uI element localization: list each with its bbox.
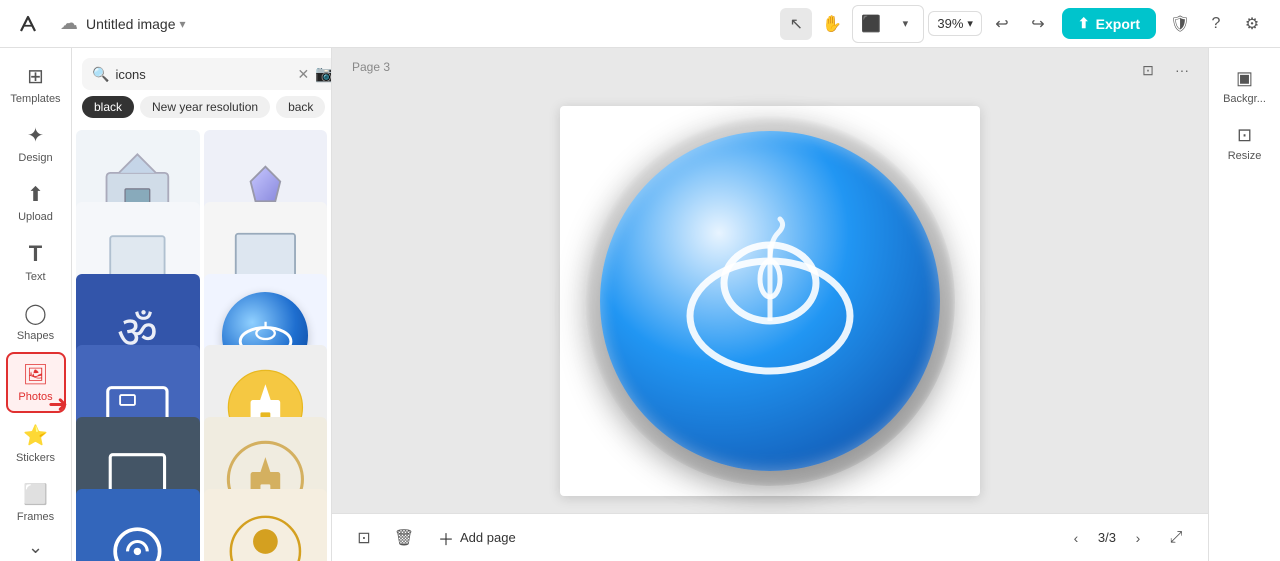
design-label: Design	[18, 152, 52, 164]
photos-icon: 🖼	[23, 362, 48, 387]
search-panel: 🔍 ✕ 📷 ⊟ black New year resolution back	[72, 48, 332, 561]
main-layout: ⊞ Templates ✦ Design ⬆ Upload T Text ◯ S…	[0, 48, 1280, 561]
filter-tag-black[interactable]: black	[82, 96, 134, 118]
view-button[interactable]: ⬛	[855, 8, 887, 40]
background-label: Backgr...	[1223, 93, 1266, 105]
sidebar-item-text[interactable]: T Text	[6, 233, 66, 291]
add-page-label: Add page	[460, 530, 516, 545]
image-grid: ⊡ ⤡ ॐ	[72, 126, 331, 561]
select-tool-button[interactable]: ↖	[780, 8, 812, 40]
zoom-level: 39%	[937, 16, 963, 31]
settings-button[interactable]: ⚙	[1236, 8, 1268, 40]
cloud-icon[interactable]: ☁	[60, 13, 78, 34]
sidebar-item-stickers[interactable]: ⭐ Stickers	[6, 415, 66, 472]
sidebar-item-design[interactable]: ✦ Design	[6, 115, 66, 172]
title-chevron-icon: ▾	[180, 17, 186, 31]
templates-label: Templates	[10, 93, 60, 105]
page-label: Page 3	[352, 60, 390, 74]
sidebar-item-upload[interactable]: ⬆ Upload	[6, 174, 66, 231]
canvas-image[interactable]	[585, 116, 955, 486]
page-thumbnail-button[interactable]: ⊡	[1134, 56, 1162, 84]
filter-tags: black New year resolution back	[72, 96, 331, 126]
resize-icon: ⊡	[1237, 125, 1252, 146]
shield-icon-button[interactable]: 🛡	[1164, 8, 1196, 40]
zoom-control[interactable]: 39% ▾	[928, 11, 982, 36]
search-input-wrap: 🔍 ✕ 📷	[82, 58, 332, 90]
filter-tag-back[interactable]: back	[276, 96, 325, 118]
toolbar: ↖ ✋ ⬛ ▾ 39% ▾ ↩ ↪	[780, 5, 1054, 43]
search-icon: 🔍	[92, 66, 109, 83]
add-page-icon: ＋	[438, 526, 454, 550]
page-actions: ⊡ ···	[1134, 56, 1196, 84]
logo[interactable]	[12, 8, 44, 40]
background-icon: ▣	[1236, 68, 1253, 89]
blue-circle	[600, 131, 940, 471]
document-title[interactable]: Untitled image ▾	[86, 16, 186, 32]
prev-page-button[interactable]: ‹	[1062, 524, 1090, 552]
page-nav: ‹ 3/3 ›	[1062, 524, 1152, 552]
redo-button[interactable]: ↪	[1022, 8, 1054, 40]
export-icon: ⬆	[1078, 15, 1090, 32]
search-input[interactable]	[115, 67, 291, 82]
upload-label: Upload	[18, 211, 53, 223]
sidebar-collapse-button[interactable]: ⌄	[28, 537, 43, 558]
right-panel-resize[interactable]: ⊡ Resize	[1215, 117, 1275, 170]
stickers-label: Stickers	[16, 452, 55, 464]
undo-button[interactable]: ↩	[986, 8, 1018, 40]
pan-tool-button[interactable]: ✋	[816, 8, 848, 40]
upload-icon: ⬆	[27, 182, 44, 207]
canvas-area: Page 3 ⊡ ···	[332, 48, 1208, 561]
sidebar-item-photos[interactable]: 🖼 Photos	[6, 352, 66, 413]
page-indicator: 3/3	[1098, 530, 1116, 545]
camera-search-icon[interactable]: 📷	[315, 64, 332, 84]
export-button[interactable]: ⬆ Export	[1062, 8, 1156, 39]
design-icon: ✦	[27, 123, 44, 148]
zoom-chevron-icon: ▾	[967, 17, 973, 30]
canvas-wrapper: Page 3 ⊡ ···	[332, 48, 1208, 513]
shapes-icon: ◯	[24, 301, 46, 326]
right-panel: ▣ Backgr... ⊡ Resize	[1208, 48, 1280, 561]
page-more-button[interactable]: ···	[1168, 56, 1196, 84]
view-group: ⬛ ▾	[852, 5, 924, 43]
grid-item[interactable]	[204, 489, 328, 561]
filter-tag-new-year[interactable]: New year resolution	[140, 96, 270, 118]
duplicate-page-button[interactable]: ⊡	[348, 522, 380, 554]
delete-page-button[interactable]: 🗑	[388, 522, 420, 554]
grid-item[interactable]	[76, 489, 200, 561]
search-bar: 🔍 ✕ 📷 ⊟	[72, 48, 331, 96]
shapes-label: Shapes	[17, 330, 54, 342]
sidebar-item-templates[interactable]: ⊞ Templates	[6, 56, 66, 113]
sidebar-item-shapes[interactable]: ◯ Shapes	[6, 293, 66, 350]
right-panel-background[interactable]: ▣ Backgr...	[1215, 60, 1275, 113]
frames-label: Frames	[17, 511, 54, 523]
clear-search-button[interactable]: ✕	[297, 66, 309, 83]
sidebar-item-frames[interactable]: ⬜ Frames	[6, 474, 66, 531]
export-label: Export	[1096, 16, 1140, 32]
add-page-button[interactable]: ＋ Add page	[428, 520, 526, 556]
title-text: Untitled image	[86, 16, 176, 32]
view-chevron-button[interactable]: ▾	[889, 8, 921, 40]
frames-icon: ⬜	[23, 482, 48, 507]
next-page-button[interactable]: ›	[1124, 524, 1152, 552]
bottom-bar: ⊡ 🗑 ＋ Add page ‹ 3/3 › ⤢	[332, 513, 1208, 561]
top-bar-right-icons: 🛡 ? ⚙	[1164, 8, 1268, 40]
photos-label: Photos	[18, 391, 52, 403]
canvas-page	[560, 106, 980, 496]
resize-label: Resize	[1228, 150, 1262, 162]
text-label: Text	[25, 271, 45, 283]
left-sidebar: ⊞ Templates ✦ Design ⬆ Upload T Text ◯ S…	[0, 48, 72, 561]
templates-icon: ⊞	[27, 64, 44, 89]
top-bar: ☁ Untitled image ▾ ↖ ✋ ⬛ ▾ 39% ▾ ↩ ↪ ⬆ E…	[0, 0, 1280, 48]
help-button[interactable]: ?	[1200, 8, 1232, 40]
fullscreen-button[interactable]: ⤢	[1160, 522, 1192, 554]
text-icon: T	[29, 241, 42, 267]
stickers-icon: ⭐	[23, 423, 48, 448]
